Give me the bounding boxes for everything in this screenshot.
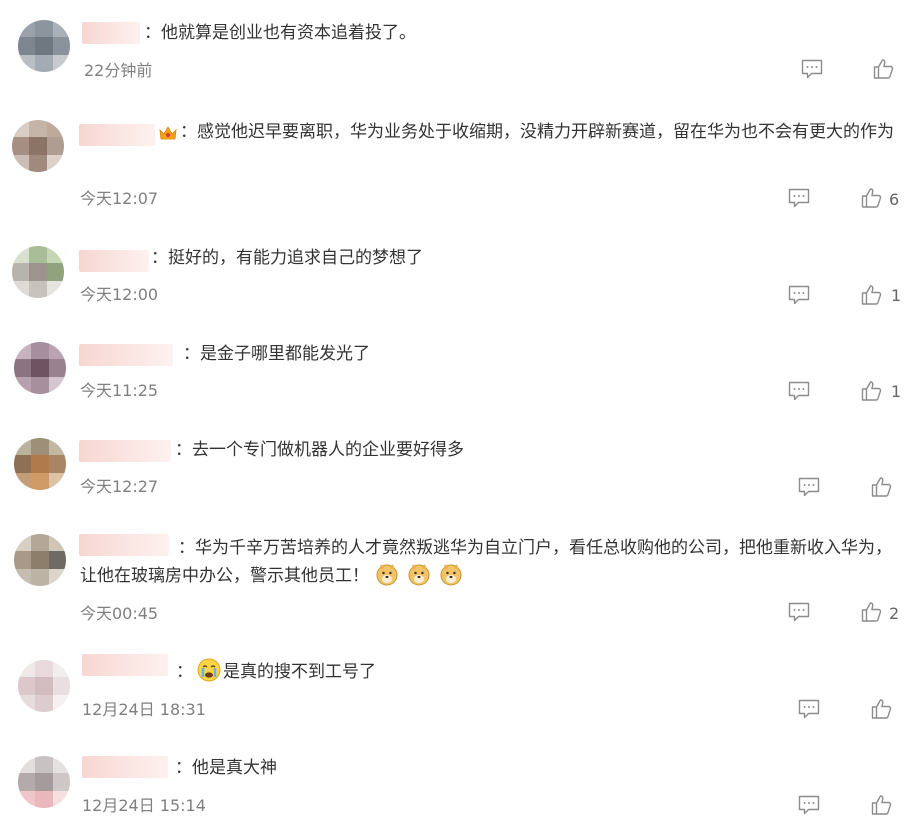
avatar[interactable]: [14, 534, 66, 586]
comment-colon: ：: [176, 662, 193, 682]
comment-icon[interactable]: [787, 186, 811, 210]
comment-icon[interactable]: [787, 283, 811, 307]
comment-icon[interactable]: [797, 793, 821, 817]
avatar[interactable]: [14, 438, 66, 490]
comment-item: ：去一个专门做机器人的企业要好得多 今天12:27: [0, 430, 915, 526]
comment-item: ：他就算是创业也有资本追着投了。 22分钟前: [0, 0, 915, 100]
thumbs-up-icon[interactable]: [860, 600, 884, 624]
comment-icon[interactable]: [797, 475, 821, 499]
username[interactable]: [82, 22, 140, 44]
timestamp: 今天12:07: [80, 189, 159, 208]
comment-text: ：感觉他迟早要离职，华为业务处于收缩期，没精力开辟新赛道，留在华为也不会有更大的…: [180, 122, 894, 142]
comment-body: ：华为千辛万苦培养的人才竟然叛逃华为自立门户，看任总收购他的公司，把他重新收入华…: [80, 538, 892, 586]
comment-item: ：华为千辛万苦培养的人才竟然叛逃华为自立门户，看任总收购他的公司，把他重新收入华…: [0, 526, 915, 646]
avatar[interactable]: [12, 246, 64, 298]
thumbs-up-icon[interactable]: [870, 793, 894, 817]
username[interactable]: [79, 250, 149, 272]
comment-body: 是真的搜不到工号了: [223, 662, 376, 682]
comment-text: ：他是真大神: [175, 758, 277, 778]
username[interactable]: [79, 440, 171, 462]
comment-text: ：是金子哪里都能发光了: [183, 344, 370, 364]
comment-text: ：华为千辛万苦培养的人才竟然叛逃华为自立门户，看任总收购他的公司，把他重新收入华…: [80, 534, 905, 590]
comment-text: ：去一个专门做机器人的企业要好得多: [175, 440, 464, 460]
crown-badge-icon: [158, 124, 178, 142]
timestamp: 22分钟前: [84, 61, 153, 80]
thumbs-up-icon[interactable]: [860, 379, 884, 403]
timestamp: 12月24日 15:14: [82, 796, 206, 815]
username[interactable]: [82, 756, 168, 778]
comment-text: ：挺好的，有能力追求自己的梦想了: [151, 248, 423, 268]
avatar[interactable]: [18, 756, 70, 808]
thumbs-up-icon[interactable]: [870, 475, 894, 499]
avatar[interactable]: [14, 342, 66, 394]
thumbs-up-icon[interactable]: [860, 283, 884, 307]
comment-icon[interactable]: [787, 600, 811, 624]
timestamp: 今天11:25: [80, 381, 159, 400]
avatar[interactable]: [12, 120, 64, 172]
comment-icon[interactable]: [797, 697, 821, 721]
doge-emoji-icon: [439, 562, 463, 586]
comment-item: ：是金子哪里都能发光了 今天11:25 1: [0, 334, 915, 430]
comment-text: ： 是真的搜不到工号了: [176, 658, 376, 686]
timestamp: 今天00:45: [80, 604, 159, 623]
doge-emoji-icon: [375, 562, 399, 586]
username[interactable]: [82, 654, 168, 676]
timestamp: 12月24日 18:31: [82, 700, 206, 719]
like-count: 1: [891, 382, 902, 401]
thumbs-up-icon[interactable]: [870, 697, 894, 721]
doge-emoji-icon: [407, 562, 431, 586]
thumbs-up-icon[interactable]: [860, 186, 884, 210]
comment-item: ：感觉他迟早要离职，华为业务处于收缩期，没精力开辟新赛道，留在华为也不会有更大的…: [0, 110, 915, 230]
comment-text: ：他就算是创业也有资本追着投了。: [144, 23, 416, 43]
like-count: 6: [889, 190, 900, 209]
like-count: 1: [891, 286, 902, 305]
thumbs-up-icon[interactable]: [872, 57, 896, 81]
timestamp: 今天12:27: [80, 477, 159, 496]
like-count: 2: [889, 604, 900, 623]
comment-icon[interactable]: [800, 57, 824, 81]
comment-item: ： 是真的搜不到工号了 12月24日 18:31: [0, 646, 915, 742]
avatar[interactable]: [18, 20, 70, 72]
username[interactable]: [79, 344, 173, 366]
comment-icon[interactable]: [787, 379, 811, 403]
comment-item: ：挺好的，有能力追求自己的梦想了 今天12:00 1: [0, 236, 915, 336]
crying-emoji-icon: [197, 658, 221, 682]
avatar[interactable]: [18, 660, 70, 712]
comment-item: ：他是真大神 12月24日 15:14: [0, 742, 915, 831]
timestamp: 今天12:00: [80, 285, 159, 304]
username[interactable]: [79, 124, 155, 146]
